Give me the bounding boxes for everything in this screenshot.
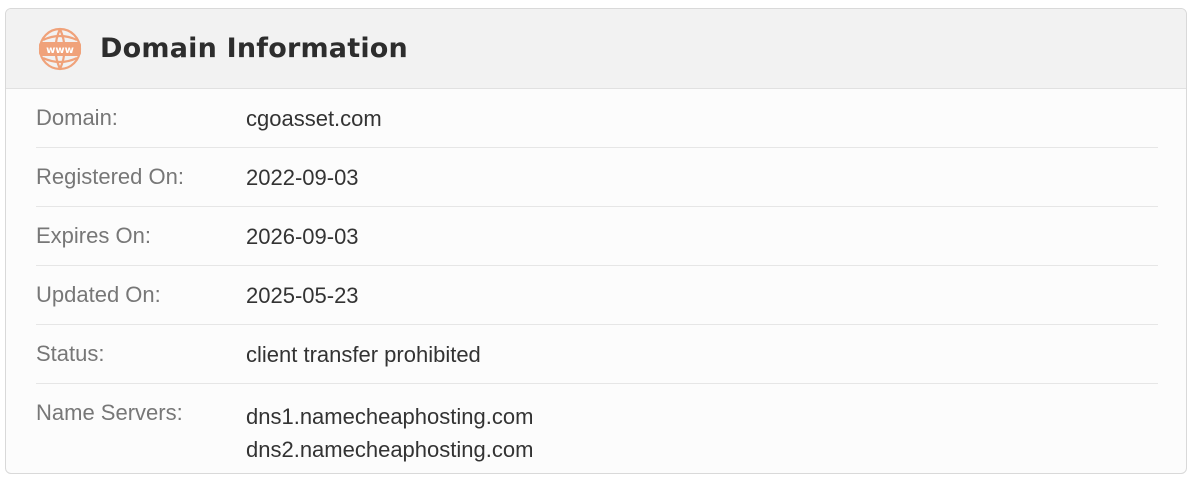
registered-on-value: 2022-09-03 <box>246 164 359 190</box>
registered-on-label: Registered On: <box>36 164 184 189</box>
expires-on-label: Expires On: <box>36 223 151 248</box>
status-value: client transfer prohibited <box>246 341 481 367</box>
card-header: www Domain Information <box>6 9 1186 89</box>
domain-info-table: Domain: cgoasset.com Registered On: 2022… <box>6 89 1186 466</box>
domain-value: cgoasset.com <box>246 105 382 131</box>
status-label: Status: <box>36 341 105 366</box>
table-row-expires-on: Expires On: 2026-09-03 <box>36 207 1158 266</box>
table-row-status: Status: client transfer prohibited <box>36 325 1158 384</box>
table-row-domain: Domain: cgoasset.com <box>36 89 1158 148</box>
domain-label: Domain: <box>36 105 118 130</box>
expires-on-value: 2026-09-03 <box>246 223 359 249</box>
name-server-2: dns2.namecheaphosting.com <box>246 437 534 462</box>
table-row-registered-on: Registered On: 2022-09-03 <box>36 148 1158 207</box>
domain-information-card: www Domain Information Domain: cgoasset.… <box>5 8 1187 474</box>
name-server-1: dns1.namecheaphosting.com <box>246 404 534 429</box>
updated-on-value: 2025-05-23 <box>246 282 359 308</box>
name-servers-value: dns1.namecheaphosting.com dns2.namecheap… <box>246 400 533 466</box>
table-row-updated-on: Updated On: 2025-05-23 <box>36 266 1158 325</box>
updated-on-label: Updated On: <box>36 282 161 307</box>
table-row-name-servers: Name Servers: dns1.namecheaphosting.com … <box>36 384 1158 466</box>
svg-text:www: www <box>46 45 74 56</box>
www-globe-icon: www <box>36 25 84 73</box>
name-servers-label: Name Servers: <box>36 400 183 425</box>
page-title: Domain Information <box>100 33 408 64</box>
